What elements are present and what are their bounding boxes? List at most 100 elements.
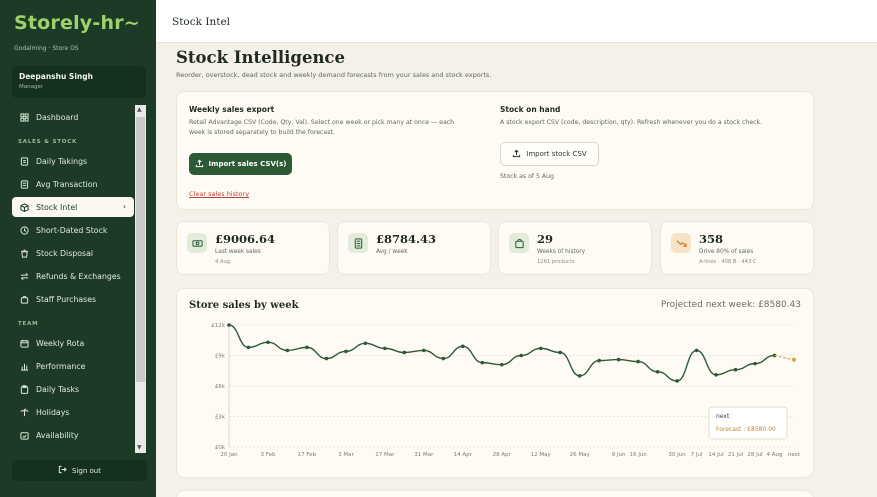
sidebar-item-refunds-exchanges[interactable]: Refunds & Exchanges: [12, 266, 134, 286]
sales-point: [675, 379, 679, 383]
kpi-avg-week: £8784.43 Avg / week: [337, 221, 491, 275]
scroll-up-icon[interactable]: ▲: [137, 106, 142, 113]
sidebar-item-performance[interactable]: Performance: [12, 356, 134, 376]
y-tick-label: £0k: [215, 445, 226, 451]
sales-point: [616, 357, 621, 362]
x-tick-label: 30 Jun: [668, 452, 686, 458]
sidebar-item-avg-transaction[interactable]: Avg Transaction: [12, 174, 134, 194]
kpi-label: Avg / week: [376, 249, 408, 255]
sidebar-item-label: Weekly Rota: [36, 338, 85, 348]
sales-point: [266, 340, 270, 345]
x-tick-label: 12 May: [531, 452, 552, 458]
sidebar-item-label: Daily Tasks: [36, 384, 80, 394]
kpi-value: 29: [537, 232, 554, 246]
chart-tooltip: [708, 406, 788, 440]
sidebar-item-label: Stock Disposal: [36, 248, 94, 258]
sales-point: [499, 362, 504, 367]
kpi-last-week-sales: £9006.64 Last week sales 4 Aug: [176, 221, 330, 275]
grid-icon: [19, 112, 29, 122]
receipt-icon: [19, 156, 29, 166]
clear-sales-history-link[interactable]: Clear sales history: [189, 190, 249, 198]
sidebar-item-daily-tasks[interactable]: Daily Tasks: [12, 379, 134, 399]
x-tick-label: 31 Mar: [414, 452, 434, 458]
cash-icon: [187, 233, 207, 253]
next-card-edge: [176, 490, 814, 497]
sales-export-heading: Weekly sales export: [189, 105, 275, 114]
x-tick-label: 17 Mar: [375, 452, 395, 458]
app-logo[interactable]: Storely-hr~: [14, 12, 140, 34]
sales-point: [441, 356, 446, 361]
stock-on-hand-description: A stock export CSV (code, description, q…: [500, 119, 763, 126]
sidebar-item-label: Short-Dated Stock: [36, 225, 108, 235]
x-tick-label: 26 May: [570, 452, 591, 458]
calendar-icon: [19, 338, 29, 348]
sales-point: [246, 345, 251, 350]
sales-point: [714, 373, 718, 377]
sidebar-item-label: Avg Transaction: [36, 179, 98, 189]
sales-point: [305, 345, 309, 350]
bag-icon: [19, 294, 29, 304]
org-name: Godalming · Store OS: [14, 45, 79, 52]
trend-down-icon: [671, 233, 691, 253]
sidebar-item-stock-intel[interactable]: Stock Intel ›: [12, 197, 134, 217]
sidebar-item-label: Stock Intel: [36, 202, 78, 212]
scroll-down-icon[interactable]: ▼: [137, 444, 142, 451]
sidebar-item-staff-purchases[interactable]: Staff Purchases: [12, 289, 134, 309]
sales-point: [753, 361, 757, 366]
import-sales-button[interactable]: Import sales CSV(s): [189, 153, 292, 175]
sales-point: [344, 349, 348, 354]
kpi-value: 358: [699, 232, 724, 246]
sales-point: [636, 359, 640, 364]
top-bar: Stock Intel: [156, 0, 877, 43]
sidebar-item-stock-disposal[interactable]: Stock Disposal: [12, 243, 134, 263]
import-stock-button[interactable]: Import stock CSV: [500, 142, 599, 166]
x-tick-label: 16 Jun: [629, 452, 647, 458]
calculator-icon: [19, 179, 29, 189]
sales-chart-card: £0k £3k £6k £9k £12k 20 Jan 3 Feb 17 Feb 3 Mar 17…: [176, 288, 814, 478]
sidebar-item-daily-takings[interactable]: Daily Takings: [12, 151, 134, 171]
logout-icon: [58, 465, 67, 476]
clock-icon: [19, 225, 29, 235]
scrollbar-thumb[interactable]: [136, 117, 145, 382]
palm-icon: [19, 407, 29, 417]
page-subtitle: Reorder, overstock, dead stock and weekl…: [176, 71, 492, 79]
sales-point: [577, 374, 582, 378]
x-tick-label: 9 Jun: [612, 452, 626, 458]
sales-point: [733, 367, 738, 372]
clipboard-icon: [19, 384, 29, 394]
x-tick-label: 3 Mar: [338, 452, 354, 458]
sales-desc-line-2: week is stored separately to build the f…: [189, 128, 335, 136]
sales-point: [558, 350, 563, 355]
kpi-sublabel: 4 Aug: [215, 259, 231, 265]
kpi-value: £9006.64: [215, 232, 276, 246]
sidebar-item-weekly-rota[interactable]: Weekly Rota: [12, 333, 134, 353]
x-tick-label: 14 Apr: [454, 452, 473, 458]
sales-chart[interactable]: £0k £3k £6k £9k £12k 20 Jan 3 Feb 17 Feb 3 Mar 17…: [177, 289, 815, 479]
forecast-line: [774, 354, 795, 361]
sidebar-item-label: Holidays: [36, 407, 70, 417]
sales-point: [538, 346, 543, 351]
sidebar-item-holidays[interactable]: Holidays: [12, 402, 134, 422]
sidebar-item-short-dated-stock[interactable]: Short-Dated Stock: [12, 220, 134, 240]
stock-as-of-text: Stock as of 5 Aug: [500, 173, 554, 180]
bag-icon: [509, 233, 529, 253]
sidebar-item-availability[interactable]: Availability: [12, 425, 134, 445]
kpi-label: Weeks of history: [537, 249, 586, 255]
x-tick-label: 7 Jul: [691, 452, 703, 458]
sales-desc-line-1: Retail Advantage CSV (Code, Qty, Val). S…: [189, 119, 455, 126]
sidebar-item-label: Daily Takings: [36, 156, 88, 166]
x-tick-label: next: [788, 452, 801, 458]
x-tick-label: 3 Feb: [260, 452, 275, 458]
chevron-right-icon: ›: [122, 202, 126, 211]
sidebar-item-label: Staff Purchases: [36, 294, 97, 304]
bar-chart-icon: [19, 361, 29, 371]
sidebar-item-dashboard[interactable]: Dashboard: [12, 107, 134, 127]
sidebar-scrollbar[interactable]: ▲ ▼: [135, 105, 146, 453]
sales-point: [402, 350, 407, 355]
user-card[interactable]: Deepanshu Singh Manager: [12, 66, 146, 98]
sign-out-button[interactable]: Sign out: [12, 460, 147, 481]
top-bar-title: Stock Intel: [172, 16, 231, 28]
x-tick-label: 14 Jul: [708, 452, 724, 458]
sidebar-nav: Dashboard SALES & STOCK Daily Takings Av…: [12, 105, 147, 453]
sales-point: [597, 358, 601, 363]
